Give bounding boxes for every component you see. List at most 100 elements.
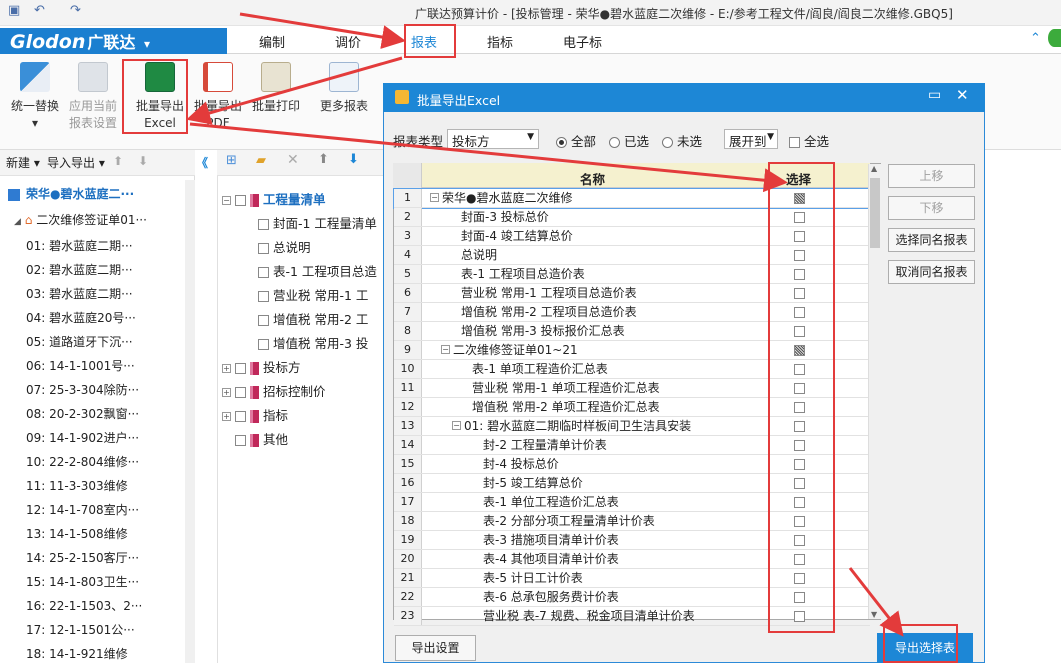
chevron-down-icon: ▼	[527, 132, 534, 142]
report-tree-toolbar	[217, 150, 389, 176]
move-down-icon[interactable]: ⬇	[138, 154, 148, 168]
report-tree-label: 营业税 常用-1 工	[272, 288, 369, 303]
report-tree-item-10[interactable]: + 指标	[222, 404, 387, 428]
tree-checkbox[interactable]	[258, 219, 269, 230]
collapse-icon[interactable]: −	[430, 193, 439, 202]
select-same-name-button[interactable]: 选择同名报表	[888, 228, 975, 252]
new-report-icon[interactable]: ⊞	[226, 153, 237, 168]
tree-checkbox[interactable]	[234, 363, 246, 374]
brand-cn: 广联达	[87, 33, 136, 52]
tree-checkbox[interactable]	[234, 387, 246, 398]
radio-all-dot	[556, 137, 567, 148]
report-tree-item-9[interactable]: + 招标控制价	[222, 380, 387, 404]
annotation-box-report-tab	[404, 24, 456, 58]
collapse-icon[interactable]: −	[222, 196, 231, 205]
report-type-select[interactable]: 投标方 ▼	[447, 129, 539, 149]
close-icon[interactable]: ✕	[956, 86, 969, 104]
tree-root-project[interactable]: 荣华●碧水蓝庭二···	[8, 182, 194, 206]
report-tree-item-6[interactable]: 增值税 常用-2 工	[258, 308, 387, 332]
tree-checkbox[interactable]	[258, 339, 269, 350]
collapse-panel-icon[interactable]: 《	[196, 154, 208, 171]
delete-icon[interactable]: ✕	[287, 152, 299, 168]
apply-report-settings-button[interactable]: 应用当前 报表设置	[61, 62, 125, 136]
row-number: 9	[394, 341, 422, 359]
report-tree-item-3[interactable]: 总说明	[258, 236, 387, 260]
tab-zhibiao[interactable]: 指标	[487, 32, 513, 51]
report-tree-item-8[interactable]: + 投标方	[222, 356, 387, 380]
collapse-icon[interactable]: −	[452, 421, 461, 430]
expand-to-select[interactable]: 展开到 ▼	[724, 129, 778, 149]
row-number: 8	[394, 322, 422, 340]
report-tree-item-5[interactable]: 营业税 常用-1 工	[258, 284, 387, 308]
expand-icon[interactable]: +	[222, 364, 231, 373]
move-down-report-icon[interactable]: ⬇	[348, 152, 359, 167]
home-icon: ⌂	[24, 213, 33, 227]
brand-logo[interactable]: Glodon 广联达 ▾	[0, 28, 227, 54]
redo-icon[interactable]: ↷	[70, 3, 81, 18]
radio-all[interactable]: 全部	[556, 131, 596, 150]
report-tree-label: 工程量清单	[262, 192, 326, 207]
report-tree-item-4[interactable]: 表-1 工程项目总造	[258, 260, 387, 284]
tree-checkbox[interactable]	[258, 267, 269, 278]
undo-icon[interactable]: ↶	[34, 3, 45, 18]
grid-header-rownum	[393, 163, 422, 188]
expand-icon[interactable]: +	[222, 412, 231, 421]
new-folder-icon[interactable]: ▰	[256, 153, 266, 168]
scroll-up-icon[interactable]: ▲	[871, 164, 877, 173]
expand-icon[interactable]: +	[222, 388, 231, 397]
report-tree-item-1[interactable]: − 工程量清单	[222, 188, 387, 212]
report-name: 封-2 工程量清单计价表	[483, 438, 607, 452]
new-button[interactable]: 新建 ▾	[6, 154, 40, 171]
unified-replace-button[interactable]: 统一替换 ▾	[3, 62, 67, 136]
tree-checkbox[interactable]	[234, 195, 246, 206]
tree-checkbox[interactable]	[234, 411, 246, 422]
assistant-icon[interactable]	[1048, 29, 1061, 47]
report-tree-label: 封面-1 工程量清单	[272, 216, 377, 231]
collapse-icon[interactable]: −	[441, 345, 450, 354]
batch-export-pdf-button[interactable]: 批量导出 PDF	[186, 62, 250, 136]
scroll-down-icon[interactable]: ▼	[871, 610, 877, 619]
report-tree-item-11[interactable]: + 其他	[222, 428, 387, 452]
tab-tiaojia[interactable]: 调价	[335, 32, 361, 51]
chevron-down-icon[interactable]: ▾	[144, 37, 150, 51]
row-number: 10	[394, 360, 422, 378]
more-reports-button[interactable]: 更多报表	[312, 62, 376, 136]
import-export-button[interactable]: 导入导出 ▾	[47, 154, 105, 171]
collapse-ribbon-icon[interactable]: ⌃	[1030, 31, 1041, 46]
batch-print-label: 批量打印	[251, 99, 300, 113]
move-up-report-icon[interactable]: ⬆	[318, 152, 329, 167]
report-tree-item-2[interactable]: 封面-1 工程量清单	[258, 212, 387, 236]
tree-group-signoff[interactable]: ◢ ⌂ 二次维修签证单01···	[14, 208, 200, 232]
batch-print-button[interactable]: 批量打印	[244, 62, 308, 136]
maximize-icon[interactable]: ▭	[928, 87, 941, 103]
move-down-button[interactable]: 下移	[888, 196, 975, 220]
tab-bianzhi[interactable]: 编制	[259, 32, 285, 51]
tree-checkbox[interactable]	[258, 315, 269, 326]
report-type-label: 报表类型	[393, 134, 444, 149]
grid-scrollbar[interactable]: ▲ ▼	[868, 164, 881, 619]
cancel-same-name-button[interactable]: 取消同名报表	[888, 260, 975, 284]
export-settings-button[interactable]: 导出设置	[395, 635, 476, 661]
report-name: 表-5 计日工计价表	[483, 571, 583, 585]
report-tree-label: 表-1 工程项目总造	[272, 264, 377, 279]
row-number: 21	[394, 569, 422, 587]
save-icon[interactable]: ▣	[8, 3, 20, 18]
report-name: 总说明	[461, 248, 498, 262]
report-tree-item-7[interactable]: 增值税 常用-3 投	[258, 332, 387, 356]
row-number: 20	[394, 550, 422, 568]
tree-checkbox[interactable]	[258, 243, 269, 254]
tree-checkbox[interactable]	[234, 435, 246, 446]
select-all-checkbox[interactable]: 全选	[789, 131, 829, 150]
tree-checkbox[interactable]	[258, 291, 269, 302]
radio-unselected[interactable]: 未选	[662, 131, 702, 150]
book-icon	[249, 386, 259, 399]
grid-scroll-thumb[interactable]	[870, 178, 880, 248]
radio-selected[interactable]: 已选	[609, 131, 649, 150]
report-name: 表-6 总承包服务费计价表	[483, 590, 619, 604]
move-up-button[interactable]: 上移	[888, 164, 975, 188]
left-scrollbar[interactable]	[185, 180, 195, 663]
book-icon	[249, 362, 259, 375]
tab-dianzibiao[interactable]: 电子标	[563, 32, 602, 51]
move-up-icon[interactable]: ⬆	[113, 154, 123, 168]
more-reports-label: 更多报表	[319, 99, 368, 113]
